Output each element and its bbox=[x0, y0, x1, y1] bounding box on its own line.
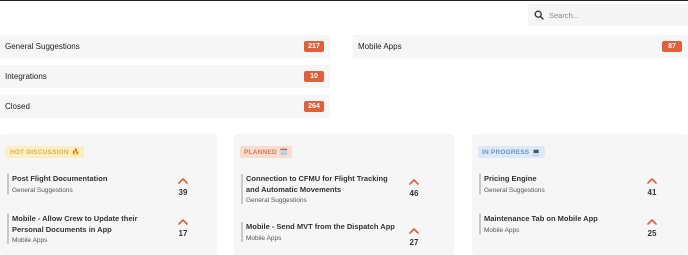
post-category: General Suggestions bbox=[12, 186, 73, 194]
category-label: Integrations bbox=[5, 72, 47, 81]
search-input[interactable] bbox=[549, 10, 679, 20]
laptop-icon: 💻 bbox=[532, 149, 541, 156]
vote-count: 27 bbox=[409, 238, 419, 247]
post-card[interactable]: Pricing Engine General Suggestions 41 bbox=[479, 174, 657, 197]
category-general-suggestions[interactable]: General Suggestions 217 bbox=[0, 35, 330, 58]
vote-widget[interactable]: 27 bbox=[407, 228, 421, 247]
post-card[interactable]: Mobile - Allow Crew to Update their Pers… bbox=[7, 214, 188, 244]
category-count-badge: 10 bbox=[304, 71, 324, 82]
post-category: Mobile Apps bbox=[246, 234, 282, 242]
upvote-chevron-icon[interactable] bbox=[647, 219, 657, 225]
category-count-badge: 217 bbox=[304, 41, 324, 52]
post-category: Mobile Apps bbox=[484, 226, 520, 234]
vote-count: 39 bbox=[178, 188, 188, 197]
category-count-badge: 264 bbox=[304, 101, 324, 112]
vote-count: 46 bbox=[409, 189, 419, 198]
post-title: Maintenance Tab on Mobile App bbox=[484, 214, 598, 223]
category-label: Mobile Apps bbox=[358, 42, 402, 51]
upvote-chevron-icon[interactable] bbox=[409, 228, 419, 234]
vote-widget[interactable]: 41 bbox=[645, 178, 659, 197]
column-in-progress: IN PROGRESS 💻 Pricing Engine General Sug… bbox=[472, 134, 688, 255]
status-tag-planned: PLANNED 🗓️ bbox=[240, 146, 293, 158]
column-hot-discussion: HOT DISCUSSION 🔥 Post Flight Documentati… bbox=[0, 134, 217, 255]
post-title: Mobile - Send MVT from the Dispatch App bbox=[246, 222, 395, 231]
vote-widget[interactable]: 25 bbox=[645, 219, 659, 238]
post-title: Pricing Engine bbox=[484, 174, 537, 183]
category-mobile-apps[interactable]: Mobile Apps 87 bbox=[353, 35, 688, 58]
status-tag-hot-discussion: HOT DISCUSSION 🔥 bbox=[6, 146, 85, 158]
post-card[interactable]: Post Flight Documentation General Sugges… bbox=[7, 174, 188, 197]
vote-widget[interactable]: 46 bbox=[407, 179, 421, 198]
status-tag-label: PLANNED bbox=[244, 148, 277, 156]
upvote-chevron-icon[interactable] bbox=[409, 179, 419, 185]
post-category: General Suggestions bbox=[484, 186, 545, 194]
post-card[interactable]: Mobile - Send MVT from the Dispatch App … bbox=[241, 222, 419, 247]
search-box[interactable] bbox=[528, 4, 688, 26]
upvote-chevron-icon[interactable] bbox=[178, 219, 188, 225]
post-card[interactable]: Connection to CFMU for Flight Tracking a… bbox=[241, 174, 419, 204]
category-count-badge: 87 bbox=[662, 41, 682, 52]
status-tag-in-progress: IN PROGRESS 💻 bbox=[478, 146, 545, 158]
search-icon bbox=[534, 10, 544, 20]
upvote-chevron-icon[interactable] bbox=[178, 178, 188, 184]
post-category: General Suggestions bbox=[246, 197, 307, 204]
calendar-icon: 🗓️ bbox=[279, 149, 289, 156]
post-category: Mobile Apps bbox=[12, 237, 48, 244]
fire-icon: 🔥 bbox=[71, 149, 81, 156]
column-planned: PLANNED 🗓️ Connection to CFMU for Flight… bbox=[234, 134, 454, 255]
post-title: Mobile - Allow Crew to Update their Pers… bbox=[12, 214, 138, 234]
post-title: Post Flight Documentation bbox=[12, 174, 108, 183]
category-label: General Suggestions bbox=[5, 42, 80, 51]
category-closed[interactable]: Closed 264 bbox=[0, 95, 330, 118]
status-tag-label: HOT DISCUSSION bbox=[10, 148, 69, 156]
upvote-chevron-icon[interactable] bbox=[647, 178, 657, 184]
status-tag-label: IN PROGRESS bbox=[482, 148, 530, 156]
post-title: Connection to CFMU for Flight Tracking a… bbox=[246, 174, 388, 194]
vote-widget[interactable]: 39 bbox=[176, 178, 190, 197]
category-integrations[interactable]: Integrations 10 bbox=[0, 65, 330, 88]
vote-widget[interactable]: 17 bbox=[176, 219, 190, 238]
vote-count: 41 bbox=[647, 188, 657, 197]
post-card[interactable]: Maintenance Tab on Mobile App Mobile App… bbox=[479, 214, 657, 238]
vote-count: 17 bbox=[178, 229, 188, 238]
top-border bbox=[0, 0, 688, 1]
category-label: Closed bbox=[5, 102, 30, 111]
vote-count: 25 bbox=[647, 229, 657, 238]
